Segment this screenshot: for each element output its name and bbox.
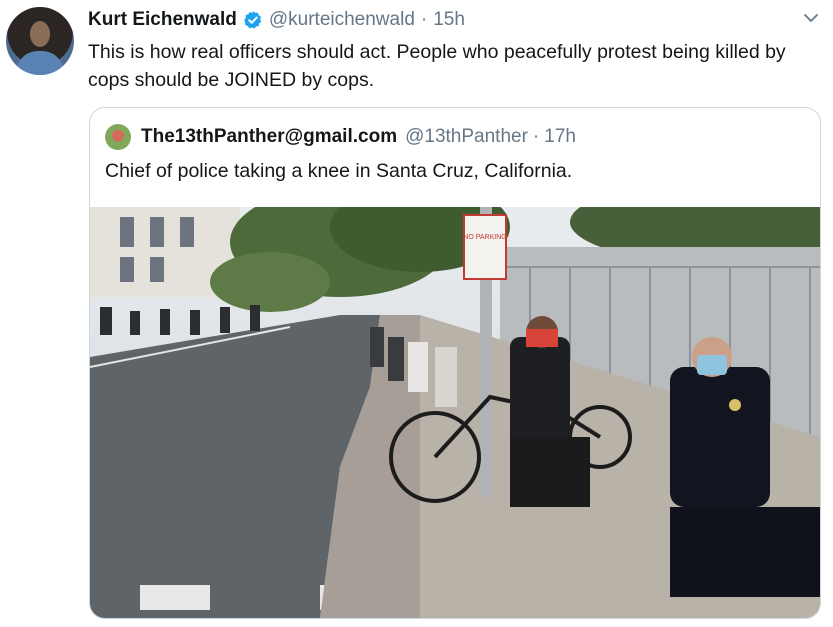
quoted-author-name: The13thPanther@gmail.com <box>141 126 398 147</box>
author-avatar[interactable] <box>6 7 74 75</box>
author-handle[interactable]: @kurteichenwald <box>269 9 415 31</box>
avatar-head <box>30 21 50 47</box>
tweet-text: This is how real officers should act. Pe… <box>88 41 786 91</box>
verified-badge-icon <box>244 11 262 29</box>
quoted-tweet-photo[interactable]: NO PARKING <box>90 207 820 618</box>
quoted-tweet-text: Chief of police taking a knee in Santa C… <box>105 160 573 182</box>
quoted-tweet-header: The13thPanther@gmail.com @13thPanther · … <box>105 124 576 150</box>
quoted-author-handle: @13thPanther <box>405 126 528 147</box>
quoted-author-avatar[interactable] <box>105 124 131 150</box>
no-parking-sign-text: NO PARKING <box>463 234 506 241</box>
quoted-separator-dot: · <box>532 126 540 147</box>
avatar-shirt <box>16 51 64 75</box>
author-name[interactable]: Kurt Eichenwald <box>88 9 237 31</box>
tweet-timestamp[interactable]: 15h <box>433 9 465 31</box>
tweet-header: Kurt Eichenwald @kurteichenwald · 15h <box>88 6 465 34</box>
quoted-tweet-timestamp: 17h <box>544 126 576 147</box>
chevron-down-icon[interactable] <box>801 8 821 28</box>
quoted-tweet[interactable]: The13thPanther@gmail.com @13thPanther · … <box>89 107 821 619</box>
separator-dot: · <box>420 9 428 30</box>
